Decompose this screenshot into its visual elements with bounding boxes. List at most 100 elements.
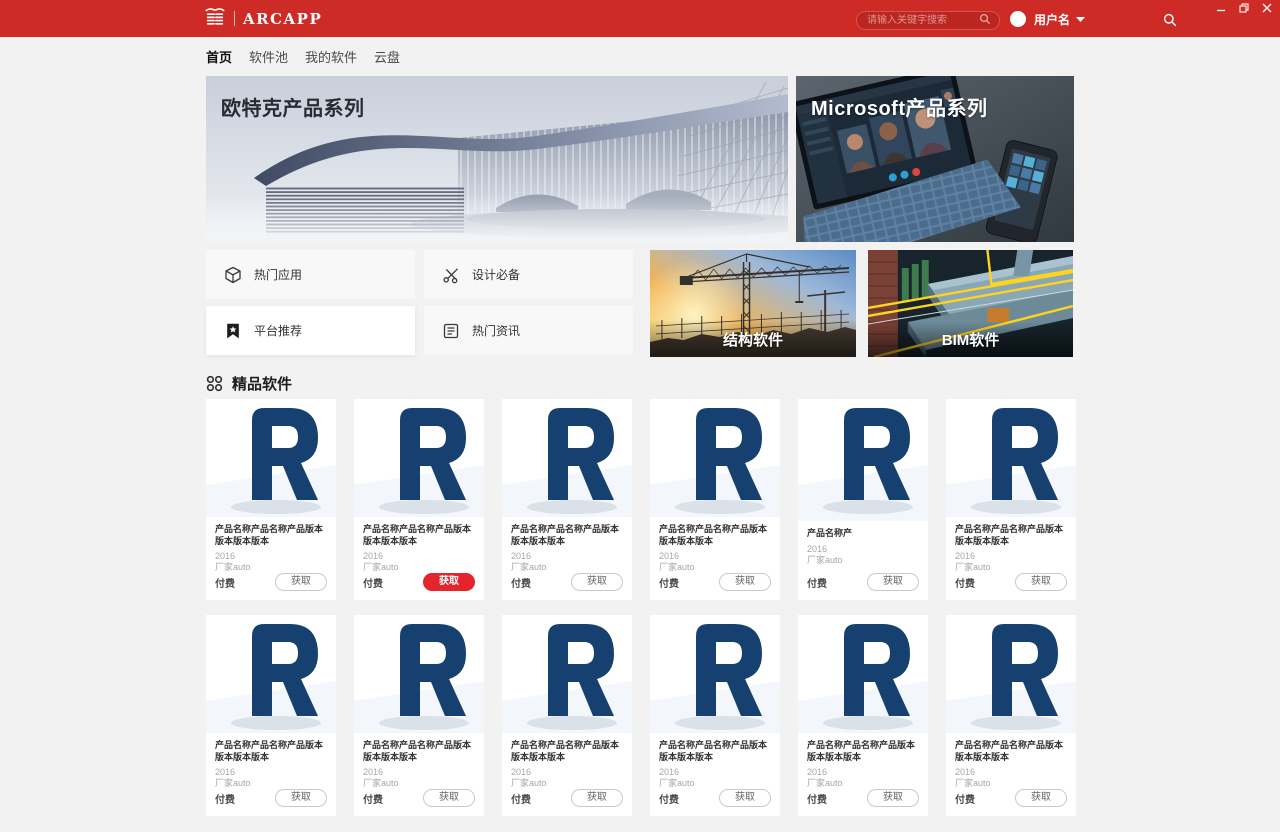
product-card-body: 产品名称产品名称产品版本版本版本版本 2016 厂家auto 付费 获取 bbox=[650, 517, 780, 600]
app-logo: ARCAPP bbox=[204, 0, 322, 37]
get-button[interactable]: 获取 bbox=[867, 573, 919, 591]
product-vendor: 厂家auto bbox=[807, 554, 843, 565]
product-year: 2016 bbox=[511, 551, 532, 561]
feature-structure-software[interactable]: 结构软件 bbox=[650, 250, 856, 357]
product-vendor: 厂家auto bbox=[807, 778, 843, 788]
nav-tab-0[interactable]: 首页 bbox=[206, 47, 232, 66]
product-card[interactable]: 产品名称产品名称产品版本版本版本版本 2016 厂家auto 付费 获取 bbox=[206, 615, 336, 816]
product-card-footer: 付费 获取 bbox=[659, 573, 771, 591]
product-card[interactable]: 产品名称产 2016 厂家auto 付费 获取 bbox=[798, 399, 928, 600]
nav-tab-1[interactable]: 软件池 bbox=[249, 47, 288, 66]
product-card[interactable]: 产品名称产品名称产品版本版本版本版本 2016 厂家auto 付费 获取 bbox=[650, 615, 780, 816]
product-vendor: 厂家auto bbox=[955, 778, 991, 788]
category-design-essentials[interactable]: 设计必备 bbox=[424, 250, 633, 299]
product-title: 产品名称产品名称产品版本版本版本版本 bbox=[215, 524, 324, 546]
banner-title: 欧特克产品系列 bbox=[221, 98, 365, 120]
get-button[interactable]: 获取 bbox=[423, 789, 475, 807]
product-card[interactable]: 产品名称产品名称产品版本版本版本版本 2016 厂家auto 付费 获取 bbox=[946, 399, 1076, 600]
product-card[interactable]: 产品名称产品名称产品版本版本版本版本 2016 厂家auto 付费 获取 bbox=[650, 399, 780, 600]
app-name: ARCAPP bbox=[243, 9, 323, 28]
product-title: 产品名称产品名称产品版本版本版本版本 bbox=[511, 740, 620, 762]
category-platform-picks[interactable]: 平台推荐 bbox=[206, 306, 415, 355]
product-vendor: 厂家auto bbox=[659, 778, 695, 788]
product-vendor: 厂家auto bbox=[363, 562, 399, 572]
username-label: 用户名 bbox=[1034, 12, 1071, 27]
grid-circles-icon bbox=[206, 375, 223, 391]
product-card[interactable]: 产品名称产品名称产品版本版本版本版本 2016 厂家auto 付费 获取 bbox=[946, 615, 1076, 816]
get-button[interactable]: 获取 bbox=[275, 573, 327, 591]
product-year: 2016 bbox=[955, 767, 976, 777]
user-avatar[interactable] bbox=[1010, 11, 1026, 27]
product-card-footer: 付费 获取 bbox=[215, 573, 327, 591]
product-card[interactable]: 产品名称产品名称产品版本版本版本版本 2016 厂家auto 付费 获取 bbox=[502, 399, 632, 600]
product-card[interactable]: 产品名称产品名称产品版本版本版本版本 2016 厂家auto 付费 获取 bbox=[354, 399, 484, 600]
product-year: 2016 bbox=[659, 551, 680, 561]
product-card-body: 产品名称产品名称产品版本版本版本版本 2016 厂家auto 付费 获取 bbox=[502, 733, 632, 816]
nav-tab-2[interactable]: 我的软件 bbox=[305, 47, 357, 66]
product-title: 产品名称产品名称产品版本版本版本版本 bbox=[215, 740, 324, 762]
product-card[interactable]: 产品名称产品名称产品版本版本版本版本 2016 厂家auto 付费 获取 bbox=[798, 615, 928, 816]
close-icon[interactable] bbox=[1261, 3, 1273, 13]
price-label: 付费 bbox=[807, 578, 827, 590]
product-vendor: 厂家auto bbox=[659, 562, 695, 572]
product-card-footer: 付费 获取 bbox=[955, 573, 1067, 591]
product-card-body: 产品名称产品名称产品版本版本版本版本 2016 厂家auto 付费 获取 bbox=[650, 733, 780, 816]
get-button[interactable]: 获取 bbox=[719, 789, 771, 807]
design-tools-icon bbox=[443, 267, 458, 283]
user-menu[interactable]: 用户名 bbox=[1034, 11, 1086, 27]
product-card-footer: 付费 获取 bbox=[955, 789, 1067, 807]
global-search-icon[interactable] bbox=[1163, 13, 1177, 32]
category-hot-apps[interactable]: 热门应用 bbox=[206, 250, 415, 299]
price-label: 付费 bbox=[659, 578, 679, 590]
product-vendor: 厂家auto bbox=[511, 562, 547, 572]
get-button[interactable]: 获取 bbox=[423, 573, 475, 591]
section-header: 精品软件 bbox=[206, 374, 1074, 393]
product-card-footer: 付费 获取 bbox=[511, 789, 623, 807]
price-label: 付费 bbox=[807, 794, 827, 806]
minimize-icon[interactable] bbox=[1215, 3, 1227, 13]
category-label: 热门应用 bbox=[254, 268, 303, 282]
cube-icon bbox=[225, 266, 241, 283]
category-label: 热门资讯 bbox=[472, 324, 521, 338]
get-button[interactable]: 获取 bbox=[1015, 789, 1067, 807]
product-card-footer: 付费 获取 bbox=[363, 573, 475, 591]
revit-logo-thumbnail bbox=[946, 399, 1076, 517]
get-button[interactable]: 获取 bbox=[275, 789, 327, 807]
product-card-body: 产品名称产品名称产品版本版本版本版本 2016 厂家auto 付费 获取 bbox=[206, 733, 336, 816]
nav-tab-3[interactable]: 云盘 bbox=[374, 47, 400, 66]
banner-autodesk[interactable]: 欧特克产品系列 bbox=[206, 76, 788, 242]
get-button[interactable]: 获取 bbox=[571, 573, 623, 591]
titlebar-search[interactable] bbox=[856, 11, 1000, 30]
product-grid: 产品名称产品名称产品版本版本版本版本 2016 厂家auto 付费 获取 产品名称产品名… bbox=[206, 399, 1076, 832]
logo-divider bbox=[234, 11, 235, 26]
revit-logo-thumbnail bbox=[502, 399, 632, 517]
dougong-bracket-icon bbox=[204, 5, 226, 32]
product-card-footer: 付费 获取 bbox=[363, 789, 475, 807]
product-vendor: 厂家auto bbox=[215, 562, 251, 572]
search-input[interactable] bbox=[865, 14, 979, 27]
restore-icon[interactable] bbox=[1238, 3, 1250, 13]
product-year: 2016 bbox=[511, 767, 532, 777]
product-card[interactable]: 产品名称产品名称产品版本版本版本版本 2016 厂家auto 付费 获取 bbox=[502, 615, 632, 816]
get-button[interactable]: 获取 bbox=[1015, 573, 1067, 591]
feature-bim-software[interactable]: BIM软件 bbox=[868, 250, 1073, 357]
revit-logo-thumbnail bbox=[650, 399, 780, 517]
search-icon[interactable] bbox=[979, 12, 991, 30]
product-card[interactable]: 产品名称产品名称产品版本版本版本版本 2016 厂家auto 付费 获取 bbox=[206, 399, 336, 600]
revit-logo-thumbnail bbox=[354, 615, 484, 733]
get-button[interactable]: 获取 bbox=[719, 573, 771, 591]
banner-microsoft[interactable]: Microsoft产品系列 bbox=[796, 76, 1074, 242]
get-button[interactable]: 获取 bbox=[571, 789, 623, 807]
product-card[interactable]: 产品名称产品名称产品版本版本版本版本 2016 厂家auto 付费 获取 bbox=[354, 615, 484, 816]
product-card-footer: 付费 获取 bbox=[807, 789, 919, 807]
revit-logo-thumbnail bbox=[798, 615, 928, 733]
price-label: 付费 bbox=[363, 578, 383, 590]
get-button[interactable]: 获取 bbox=[867, 789, 919, 807]
product-year: 2016 bbox=[955, 551, 976, 561]
revit-logo-thumbnail bbox=[206, 399, 336, 517]
feature-images: 结构软件 BIM软件 bbox=[650, 250, 1073, 357]
banner-row: 欧特克产品系列 Microsoft产品系列 bbox=[206, 76, 1074, 242]
revit-logo-thumbnail bbox=[946, 615, 1076, 733]
product-year: 2016 bbox=[215, 767, 236, 777]
category-hot-news[interactable]: 热门资讯 bbox=[424, 306, 633, 355]
